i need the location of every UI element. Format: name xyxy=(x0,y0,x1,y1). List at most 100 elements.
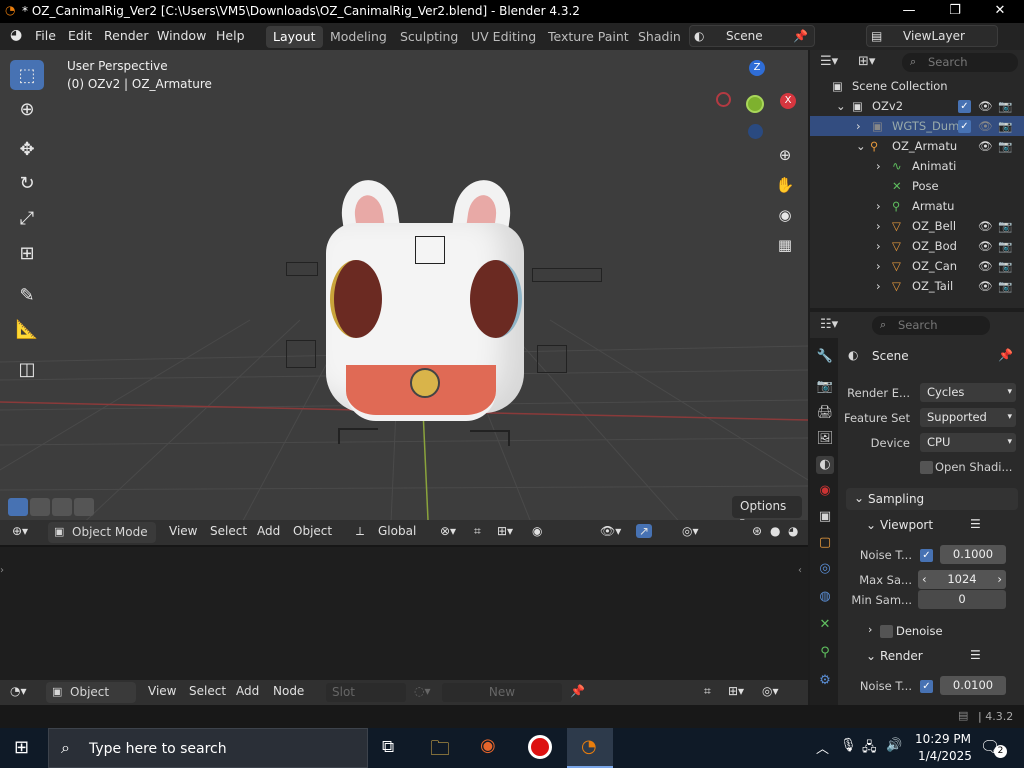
chevron-right-icon[interactable]: › xyxy=(876,279,881,293)
menu-file[interactable]: File xyxy=(35,28,56,43)
select-new-icon[interactable] xyxy=(8,498,28,516)
viewport-subpanel-label[interactable]: Viewport xyxy=(880,518,933,532)
outliner-row-pose[interactable]: ✕ Pose xyxy=(810,176,1024,196)
selection-mode-buttons[interactable] xyxy=(8,498,104,518)
pin-icon[interactable]: 📌 xyxy=(793,26,808,46)
scene-tab-icon[interactable]: ◐ xyxy=(816,456,834,474)
shader-editor[interactable]: › ‹ xyxy=(0,545,808,680)
volume-icon[interactable]: 🔊 xyxy=(886,738,902,753)
gizmo-y-axis[interactable] xyxy=(746,95,764,113)
exclude-checkbox[interactable]: ✓ xyxy=(958,120,971,133)
scale-tool[interactable]: ⤢ xyxy=(10,203,44,233)
camera-icon[interactable]: 📷 xyxy=(998,279,1012,293)
shader-node-menu[interactable]: Node xyxy=(273,684,304,698)
taskbar-search[interactable]: ⌕ Type here to search xyxy=(48,728,368,768)
eye-icon[interactable]: 👁 xyxy=(978,99,993,113)
shader-type-selector[interactable]: ▣ Object xyxy=(46,682,136,703)
render-engine-dropdown[interactable]: Cycles ▾ xyxy=(920,383,1016,402)
network-icon[interactable]: 🖧 xyxy=(862,738,877,760)
chevron-down-icon[interactable]: ⌄ xyxy=(856,139,866,153)
annotate-tool[interactable]: ✎ xyxy=(10,280,44,310)
render-noise-field[interactable]: 0.0100 xyxy=(940,676,1006,695)
add-menu[interactable]: Add xyxy=(257,524,280,538)
move-tool[interactable]: ✥ xyxy=(10,134,44,164)
visibility-icon[interactable]: 👁▾ xyxy=(600,524,621,538)
add-cube-tool[interactable]: ◫ xyxy=(10,354,44,384)
chevron-right-icon[interactable]: › xyxy=(876,199,881,213)
gizmo-neg-x[interactable] xyxy=(716,92,731,107)
node-snap-icon[interactable]: ⊞▾ xyxy=(728,684,744,698)
firefox-icon[interactable]: ◉ xyxy=(480,735,496,756)
shader-add-menu[interactable]: Add xyxy=(236,684,259,698)
modifier-tab-icon[interactable]: ◎ xyxy=(816,560,834,578)
shader-editor-type-icon[interactable]: ◔▾ xyxy=(10,684,27,698)
snap-icon[interactable]: ⌗ xyxy=(474,524,481,539)
head-control[interactable] xyxy=(415,236,445,264)
tab-shading[interactable]: Shading xyxy=(631,26,681,48)
noise-threshold-checkbox[interactable]: ✓ xyxy=(920,549,933,562)
clock-time[interactable]: 10:29 PM xyxy=(915,732,971,746)
left-ear-control[interactable] xyxy=(286,262,318,276)
camera-icon[interactable]: 📷 xyxy=(998,219,1012,233)
select-extend-icon[interactable] xyxy=(30,498,50,516)
collection-tab-icon[interactable]: ▣ xyxy=(816,508,834,526)
navigation-gizmo[interactable]: Z X xyxy=(716,58,800,142)
tab-sculpting[interactable]: Sculpting xyxy=(393,26,465,48)
solid-shading-icon[interactable]: ● xyxy=(770,524,780,538)
rendered-shading-icon[interactable]: ◕ xyxy=(788,524,798,538)
task-view-icon[interactable]: ⧉ xyxy=(382,737,394,757)
tab-modeling[interactable]: Modeling xyxy=(323,26,394,48)
gizmo-toggle-icon[interactable]: ↗ xyxy=(636,524,653,538)
proportional-edit-icon[interactable]: ◉ xyxy=(532,524,542,538)
overlay-icon[interactable]: ◎▾ xyxy=(762,684,779,698)
wireframe-shading-icon[interactable]: ⊛ xyxy=(752,524,762,538)
object-data-tab-icon[interactable]: ✕ xyxy=(816,616,834,634)
object-tab-icon[interactable]: ▢ xyxy=(816,534,834,552)
file-explorer-icon[interactable]: 🗀 xyxy=(430,734,450,768)
eye-icon[interactable]: 👁 xyxy=(978,219,993,233)
chevron-right-icon[interactable]: › xyxy=(856,119,861,133)
outliner-search[interactable]: ⌕ Search xyxy=(902,53,1018,72)
transform-tool[interactable]: ⊞ xyxy=(10,238,44,268)
clock-date[interactable]: 1/4/2025 xyxy=(918,749,972,763)
blender-menu-icon[interactable]: ◕ xyxy=(10,27,22,43)
rotate-tool[interactable]: ↻ xyxy=(10,168,44,198)
pin-icon[interactable]: 📌 xyxy=(570,684,585,698)
world-tab-icon[interactable]: ◉ xyxy=(816,482,834,500)
list-icon[interactable]: ☰ xyxy=(970,517,981,531)
view-menu[interactable]: View xyxy=(169,524,197,538)
camera-icon[interactable]: 📷 xyxy=(998,239,1012,253)
properties-type-icon[interactable]: ☷▾ xyxy=(820,317,838,332)
right-panel-toggle[interactable]: ‹ xyxy=(798,565,802,576)
gizmo-z-axis[interactable]: Z xyxy=(749,60,765,76)
eye-icon[interactable]: 👁 xyxy=(978,119,993,133)
chevron-right-icon[interactable]: › xyxy=(868,623,872,636)
max-samples-field[interactable]: ‹ 1024 › xyxy=(918,570,1006,589)
measure-tool[interactable]: 📐 xyxy=(10,314,44,344)
pivot-icon[interactable]: ⊗▾ xyxy=(440,524,456,538)
left-panel-toggle[interactable]: › xyxy=(0,565,4,576)
decrement-icon[interactable]: ‹ xyxy=(922,570,927,588)
select-subtract-icon[interactable] xyxy=(52,498,72,516)
physics-tab-icon[interactable]: ◍ xyxy=(816,588,834,606)
transform-orientation[interactable]: Global xyxy=(378,524,416,538)
cursor-tool[interactable]: ⊕ xyxy=(10,94,44,124)
record-icon[interactable] xyxy=(528,735,552,759)
ortho-toggle[interactable]: ▦ xyxy=(772,232,798,258)
camera-icon[interactable]: 📷 xyxy=(998,139,1012,153)
menu-help[interactable]: Help xyxy=(216,28,245,43)
pin-icon[interactable]: 📌 xyxy=(998,348,1013,362)
properties-editor[interactable]: ☷▾ ⌕ Search ◐ Scene 📌 Render E... Cycles… xyxy=(810,312,1024,705)
eye-icon[interactable]: 👁 xyxy=(978,239,993,253)
noise-threshold-field[interactable]: 0.1000 xyxy=(940,545,1006,564)
pan-button[interactable]: ✋ xyxy=(772,172,798,198)
minimize-button[interactable]: — xyxy=(886,0,932,23)
view-layer-selector[interactable]: ▤ ViewLayer xyxy=(866,25,998,47)
blender-taskbar-button[interactable]: ◔ xyxy=(567,728,613,768)
select-box-tool[interactable]: ⬚ xyxy=(10,60,44,90)
left-foot-control[interactable] xyxy=(338,428,378,444)
maximize-button[interactable]: ❐ xyxy=(932,0,978,23)
right-ear-control[interactable] xyxy=(532,268,602,282)
outliner-row-tail[interactable]: › ▽ OZ_Tail 👁 📷 xyxy=(810,276,1024,296)
close-button[interactable]: ✕ xyxy=(977,0,1023,23)
